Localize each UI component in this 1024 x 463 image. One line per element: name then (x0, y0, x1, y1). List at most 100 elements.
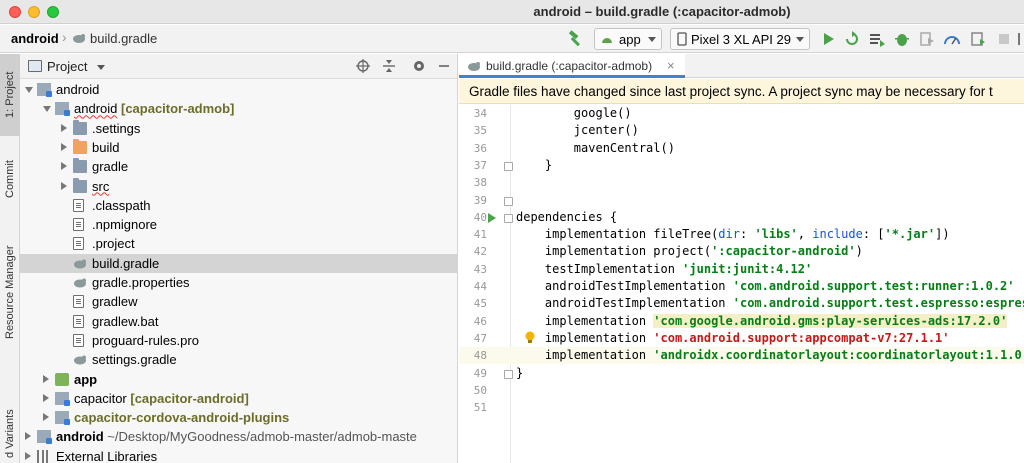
gradle-icon (74, 278, 86, 288)
tree-item[interactable]: android [capacitor-admob] (20, 99, 457, 118)
gradle-icon (74, 259, 86, 269)
line-number: 44 (473, 280, 487, 293)
tab-resource-manager[interactable]: Resource Manager (0, 230, 20, 354)
fold-marker-icon[interactable] (504, 196, 513, 206)
code-line[interactable]: 49} (459, 365, 1024, 382)
tree-item[interactable]: .project (20, 234, 457, 253)
tree-item[interactable]: android (20, 80, 457, 99)
code-line[interactable]: 37 } (459, 157, 1024, 174)
tree-item[interactable]: .npmignore (20, 215, 457, 234)
tree-item[interactable]: android ~/Desktop/MyGoodness/admob-maste… (20, 427, 457, 446)
line-number: 45 (473, 297, 487, 311)
apply-changes-icon[interactable] (843, 30, 861, 48)
run-gutter-icon[interactable] (488, 212, 496, 223)
file-icon (73, 333, 84, 347)
tree-item-name: External Libraries (56, 448, 158, 463)
chevron-right-icon[interactable] (61, 142, 67, 151)
tree-item[interactable]: .settings (20, 119, 457, 138)
chevron-right-icon[interactable] (43, 413, 49, 422)
code-text: androidTestImplementation 'com.android.s… (516, 279, 1015, 293)
build-hammer-icon[interactable] (566, 30, 584, 48)
tree-item[interactable]: External Libraries (20, 447, 457, 463)
run-icon[interactable] (819, 30, 837, 48)
close-icon[interactable]: × (667, 58, 675, 73)
line-number: 35 (473, 124, 487, 138)
line-number: 51 (473, 401, 487, 415)
chevron-down-icon (796, 37, 804, 42)
tree-item[interactable]: capacitor [capacitor-android] (20, 389, 457, 408)
chevron-right-icon[interactable] (61, 123, 67, 132)
apply-code-changes-icon[interactable] (868, 30, 886, 48)
code-line[interactable]: 50 (459, 382, 1024, 399)
tree-item[interactable]: gradle (20, 157, 457, 176)
tree-item[interactable]: settings.gradle (20, 350, 457, 369)
locate-file-icon[interactable] (355, 58, 371, 74)
tab-project[interactable]: 1: Project (0, 54, 20, 136)
tab-commit[interactable]: Commit (0, 148, 20, 210)
code-line[interactable]: 44 androidTestImplementation 'com.androi… (459, 278, 1024, 295)
fold-marker-icon[interactable] (504, 161, 513, 171)
code-line[interactable]: 43 testImplementation 'junit:junit:4.12' (459, 261, 1024, 278)
module-icon (37, 430, 52, 445)
more-toolbar-icon[interactable] (1016, 30, 1024, 48)
tree-item[interactable]: build (20, 138, 457, 157)
code-line[interactable]: 47 implementation 'com.android.support:a… (459, 330, 1024, 347)
tree-item[interactable]: app (20, 370, 457, 389)
attach-process-icon[interactable] (969, 30, 987, 48)
tree-item-name: gradlew (92, 294, 138, 310)
fold-marker-icon[interactable] (504, 213, 513, 223)
chevron-right-icon[interactable] (43, 393, 49, 402)
line-number: 47 (473, 331, 487, 345)
tree-item[interactable]: src (20, 177, 457, 196)
hide-panel-icon[interactable] (436, 58, 452, 74)
chevron-down-icon[interactable] (43, 106, 51, 113)
code-line[interactable]: 48 implementation 'androidx.coordinatorl… (459, 347, 1024, 365)
profile-icon[interactable] (943, 30, 961, 48)
run-configuration-select[interactable]: app (594, 28, 662, 50)
code-line[interactable]: 51 (459, 399, 1024, 416)
chevron-right-icon[interactable] (25, 451, 31, 460)
code-line[interactable]: 36 mavenCentral() (459, 140, 1024, 157)
gear-icon[interactable] (411, 58, 427, 74)
tab-build-variants[interactable]: d Variants (0, 404, 20, 463)
code-line[interactable]: 39 (459, 192, 1024, 209)
collapse-all-icon[interactable] (381, 58, 397, 74)
chevron-down-icon[interactable] (97, 65, 105, 70)
code-line[interactable]: 42 implementation project(':capacitor-an… (459, 243, 1024, 260)
code-line[interactable]: 46 implementation 'com.google.android.gm… (459, 313, 1024, 330)
tree-item[interactable]: capacitor-cordova-android-plugins (20, 408, 457, 427)
tree-item[interactable]: gradle.properties (20, 273, 457, 292)
fold-marker-icon[interactable] (504, 369, 513, 379)
code-line[interactable]: 41 implementation fileTree(dir: 'libs', … (459, 226, 1024, 243)
chevron-right-icon[interactable] (43, 374, 49, 383)
tree-item-label: build (92, 140, 119, 155)
code-line[interactable]: 35 jcenter() (459, 122, 1024, 139)
device-select[interactable]: Pixel 3 XL API 29 (670, 28, 810, 50)
tree-item[interactable]: gradlew.bat (20, 312, 457, 331)
code-token: dir (718, 227, 740, 242)
tree-item[interactable]: gradlew (20, 292, 457, 311)
project-panel-header: Project (20, 54, 457, 79)
tree-item-name: android (56, 82, 100, 97)
attach-debugger-icon[interactable] (918, 30, 936, 48)
debug-icon[interactable] (893, 30, 911, 48)
code-token: implementation fileTree( (516, 227, 719, 242)
folder-icon (73, 177, 87, 193)
chevron-right-icon[interactable] (61, 162, 67, 171)
chevron-right-icon[interactable] (61, 181, 67, 190)
code-line[interactable]: 45 androidTestImplementation 'com.androi… (459, 295, 1024, 312)
stop-icon[interactable] (995, 30, 1013, 48)
project-view-select[interactable]: Project (47, 59, 87, 74)
tree-item[interactable]: build.gradle (20, 253, 457, 273)
chevron-down-icon[interactable] (25, 87, 33, 93)
code-line[interactable]: 34 google() (459, 105, 1024, 122)
breadcrumb-root[interactable]: android (11, 31, 59, 46)
code-line[interactable]: 40 dependencies { (459, 209, 1024, 226)
editor-tab-build-gradle[interactable]: build.gradle (:capacitor-admob) × (459, 54, 685, 78)
tree-item[interactable]: proguard-rules.pro (20, 331, 457, 350)
code-line[interactable]: 38 (459, 174, 1024, 191)
breadcrumb-file[interactable]: build.gradle (90, 31, 157, 46)
code-view[interactable]: 34 google() 35 jcenter() 36 mavenCentral()… (459, 105, 1024, 463)
chevron-right-icon[interactable] (25, 432, 31, 441)
tree-item[interactable]: .classpath (20, 196, 457, 215)
